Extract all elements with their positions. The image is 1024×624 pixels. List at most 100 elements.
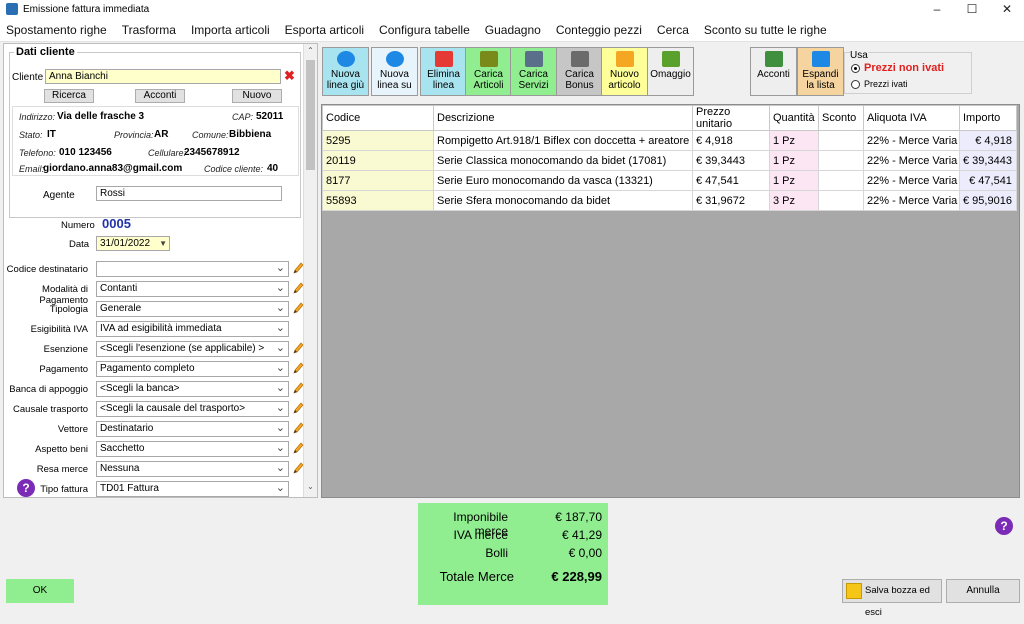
menu-item-7[interactable]: Cerca: [657, 23, 689, 37]
table-cell[interactable]: 20119: [322, 150, 434, 171]
table-cell[interactable]: € 47,541: [959, 170, 1017, 191]
field-combo-4[interactable]: <Scegli l'esenzione (se applicabile) > ⌄: [96, 341, 289, 357]
acconti-cliente-button[interactable]: Acconti: [135, 89, 185, 103]
menu-item-5[interactable]: Guadagno: [485, 23, 541, 37]
table-cell[interactable]: € 4,918: [692, 130, 770, 151]
menu-item-6[interactable]: Conteggio pezzi: [556, 23, 642, 37]
table-cell[interactable]: 5295: [322, 130, 434, 151]
nuova-linea-su-button[interactable]: Nuova linea su: [371, 47, 418, 96]
prezzi-non-ivati-radio[interactable]: [851, 64, 860, 73]
prezzi-ivati-radio[interactable]: [851, 80, 860, 89]
table-cell[interactable]: Serie Sfera monocomando da bidet: [433, 190, 693, 211]
column-header-6[interactable]: Importo: [959, 105, 1017, 131]
table-cell[interactable]: 1 Pz: [769, 170, 819, 191]
field-combo-8[interactable]: Destinatario ⌄: [96, 421, 289, 437]
table-cell[interactable]: Rompigetto Art.918/1 Biflex con doccetta…: [433, 130, 693, 151]
chevron-down-icon[interactable]: ⌄: [276, 422, 285, 435]
chevron-down-icon[interactable]: ⌄: [276, 402, 285, 415]
help-icon-right[interactable]: ?: [995, 517, 1013, 535]
omaggio-button[interactable]: Omaggio: [647, 47, 694, 96]
table-cell[interactable]: 22% - Merce Varia: [863, 130, 960, 151]
carica-servizi-button[interactable]: Carica Servizi: [510, 47, 557, 96]
menu-item-1[interactable]: Trasforma: [122, 23, 176, 37]
field-combo-7[interactable]: <Scegli la causale del trasporto> ⌄: [96, 401, 289, 417]
field-combo-0[interactable]: ⌄: [96, 261, 289, 277]
scroll-down-icon[interactable]: ⌄: [304, 482, 317, 491]
table-cell[interactable]: 22% - Merce Varia: [863, 190, 960, 211]
carica-bonus-button[interactable]: Carica Bonus: [556, 47, 603, 96]
table-cell[interactable]: [818, 190, 864, 211]
column-header-0[interactable]: Codice: [322, 105, 434, 131]
agente-input[interactable]: Rossi: [96, 186, 282, 201]
table-row[interactable]: 55893 Serie Sfera monocomando da bidet € 3…: [322, 190, 1017, 211]
table-cell[interactable]: € 39,3443: [692, 150, 770, 171]
chevron-down-icon[interactable]: ⌄: [276, 482, 285, 495]
table-row[interactable]: 8177 Serie Euro monocomando da vasca (133…: [322, 170, 1017, 191]
table-cell[interactable]: Serie Euro monocomando da vasca (13321): [433, 170, 693, 191]
table-cell[interactable]: € 95,9016: [959, 190, 1017, 211]
table-cell[interactable]: € 4,918: [959, 130, 1017, 151]
acconti-button[interactable]: Acconti: [750, 47, 797, 96]
chevron-down-icon[interactable]: ⌄: [276, 342, 285, 355]
table-cell[interactable]: 3 Pz: [769, 190, 819, 211]
menu-item-3[interactable]: Esporta articoli: [285, 23, 364, 37]
column-header-4[interactable]: Sconto: [818, 105, 864, 131]
clear-cliente-icon[interactable]: ✖: [284, 68, 295, 84]
column-header-5[interactable]: Aliquota IVA: [863, 105, 960, 131]
column-header-2[interactable]: Prezzo unitario: [692, 105, 770, 131]
table-row[interactable]: 20119 Serie Classica monocomando da bidet…: [322, 150, 1017, 171]
cliente-input[interactable]: Anna Bianchi: [45, 69, 281, 84]
nuovo-articolo-button[interactable]: Nuovo articolo: [601, 47, 648, 96]
help-icon[interactable]: ?: [17, 479, 35, 497]
menu-item-8[interactable]: Sconto su tutte le righe: [704, 23, 827, 37]
chevron-down-icon[interactable]: ⌄: [276, 282, 285, 295]
table-cell[interactable]: [818, 130, 864, 151]
field-combo-11[interactable]: TD01 Fattura ⌄: [96, 481, 289, 497]
table-cell[interactable]: [818, 170, 864, 191]
ok-button[interactable]: OK: [6, 579, 74, 603]
field-combo-3[interactable]: IVA ad esigibilità immediata ⌄: [96, 321, 289, 337]
left-scrollbar[interactable]: ⌃ ⌄: [303, 44, 317, 497]
chevron-down-icon[interactable]: ⌄: [276, 362, 285, 375]
field-combo-10[interactable]: Nessuna ⌄: [96, 461, 289, 477]
table-cell[interactable]: € 39,3443: [959, 150, 1017, 171]
carica-articoli-button[interactable]: Carica Articoli: [465, 47, 512, 96]
field-combo-1[interactable]: Contanti ⌄: [96, 281, 289, 297]
table-cell[interactable]: 55893: [322, 190, 434, 211]
chevron-down-icon[interactable]: ⌄: [276, 262, 285, 275]
table-cell[interactable]: [818, 150, 864, 171]
menu-item-4[interactable]: Configura tabelle: [379, 23, 470, 37]
chevron-down-icon[interactable]: ⌄: [276, 302, 285, 315]
chevron-down-icon[interactable]: ⌄: [276, 442, 285, 455]
field-combo-6[interactable]: <Scegli la banca> ⌄: [96, 381, 289, 397]
ricerca-button[interactable]: Ricerca: [44, 89, 94, 103]
annulla-button[interactable]: Annulla: [946, 579, 1020, 603]
salva-bozza-button[interactable]: Salva bozza ed esci: [842, 579, 942, 618]
table-cell[interactable]: 22% - Merce Varia: [863, 170, 960, 191]
menu-item-2[interactable]: Importa articoli: [191, 23, 270, 37]
nuovo-cliente-button[interactable]: Nuovo: [232, 89, 282, 103]
menu-item-0[interactable]: Spostamento righe: [6, 23, 107, 37]
table-cell[interactable]: 22% - Merce Varia: [863, 150, 960, 171]
column-header-1[interactable]: Descrizione: [433, 105, 693, 131]
table-cell[interactable]: 8177: [322, 170, 434, 191]
table-cell[interactable]: € 47,541: [692, 170, 770, 191]
data-input[interactable]: 31/01/2022 ▼: [96, 236, 170, 251]
field-combo-2[interactable]: Generale ⌄: [96, 301, 289, 317]
scroll-thumb[interactable]: [306, 60, 315, 170]
field-combo-5[interactable]: Pagamento completo ⌄: [96, 361, 289, 377]
table-cell[interactable]: Serie Classica monocomando da bidet (170…: [433, 150, 693, 171]
table-cell[interactable]: € 31,9672: [692, 190, 770, 211]
nuova-linea-giu-button[interactable]: Nuova linea giù: [322, 47, 369, 96]
espandi-lista-button[interactable]: Espandi la lista: [797, 47, 844, 96]
calendar-dropdown-icon[interactable]: ▼: [159, 237, 167, 250]
chevron-down-icon[interactable]: ⌄: [276, 382, 285, 395]
close-window-button[interactable]: ✕: [990, 0, 1024, 18]
chevron-down-icon[interactable]: ⌄: [276, 322, 285, 335]
table-row[interactable]: 5295 Rompigetto Art.918/1 Biflex con docc…: [322, 130, 1017, 151]
table-cell[interactable]: 1 Pz: [769, 150, 819, 171]
maximize-button[interactable]: ☐: [955, 0, 989, 18]
column-header-3[interactable]: Quantità: [769, 105, 819, 131]
field-combo-9[interactable]: Sacchetto ⌄: [96, 441, 289, 457]
elimina-linea-button[interactable]: Elimina linea: [420, 47, 467, 96]
